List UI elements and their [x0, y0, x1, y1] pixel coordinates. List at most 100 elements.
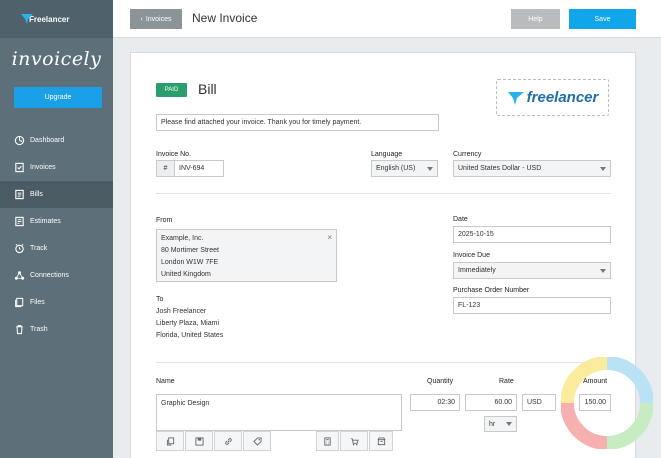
close-icon[interactable]: ×	[327, 232, 332, 244]
brand-name: Freelancer	[29, 14, 70, 24]
sidebar-nav: Dashboard Invoices Bills Estimates Track…	[0, 127, 113, 343]
page-title: New Invoice	[192, 11, 258, 25]
chevron-down-icon	[506, 422, 512, 426]
freelancer-bird-icon	[21, 14, 33, 24]
item-quantity-input[interactable]: 02:30	[410, 394, 460, 411]
tax-button[interactable]	[316, 431, 339, 451]
item-name-input[interactable]: Graphic Design	[156, 394, 402, 431]
status-badge[interactable]: PAID	[156, 83, 187, 97]
divider	[156, 193, 611, 194]
currency-value: United States Dollar - USD	[458, 165, 542, 172]
sidebar-item-label: Bills	[30, 191, 43, 198]
sidebar-item-label: Files	[30, 299, 45, 306]
items-rate-header: Rate	[499, 378, 514, 385]
logo-text: freelancer	[526, 89, 599, 106]
box-icon	[377, 436, 385, 445]
top-bar: ‹ Invoices New Invoice Help Save	[113, 0, 661, 38]
sidebar-item-label: Estimates	[30, 218, 61, 225]
currency-select[interactable]: United States Dollar - USD	[453, 160, 611, 177]
item-currency[interactable]: USD	[522, 394, 556, 411]
freelancer-bird-icon	[507, 91, 524, 105]
po-label: Purchase Order Number	[453, 287, 530, 294]
back-button-label: Invoices	[145, 15, 172, 23]
sidebar-item-track[interactable]: Track	[0, 235, 113, 262]
from-line: Example, Inc.	[161, 235, 204, 242]
sidebar-item-invoices[interactable]: Invoices	[0, 154, 113, 181]
sidebar: Freelancer invoicely Upgrade Dashboard I…	[0, 0, 113, 458]
invoicely-logo: invoicely	[11, 48, 102, 70]
company-logo[interactable]: freelancer	[496, 79, 609, 116]
date-input[interactable]: 2025-10-15	[453, 226, 611, 243]
upgrade-button[interactable]: Upgrade	[14, 87, 102, 108]
invoice-no-value: INV-694	[179, 165, 205, 172]
save-item-button[interactable]	[185, 431, 213, 451]
sidebar-item-dashboard[interactable]: Dashboard	[0, 127, 113, 154]
chevron-down-icon	[600, 268, 606, 273]
from-line: 80 Mortimer Street	[161, 247, 219, 254]
invoice-no-label: Invoice No.	[156, 151, 192, 158]
link-icon	[224, 437, 232, 445]
sidebar-item-trash[interactable]: Trash	[0, 316, 113, 343]
from-address[interactable]: × Example, Inc. 80 Mortimer Street Londo…	[156, 229, 337, 282]
copy-button[interactable]	[156, 431, 184, 451]
to-line: Josh Freelancer	[156, 308, 207, 315]
help-button[interactable]: Help	[511, 9, 560, 29]
sidebar-item-bills[interactable]: Bills	[0, 181, 113, 208]
item-rate-input[interactable]: 60.00	[465, 394, 517, 411]
loading-ring-icon	[561, 357, 653, 449]
tag-icon	[252, 436, 262, 446]
sidebar-item-label: Invoices	[30, 164, 56, 171]
link-button[interactable]	[214, 431, 242, 451]
rate-unit-value: hr	[489, 420, 496, 428]
language-value: English (US)	[376, 165, 416, 172]
invoice-icon	[15, 162, 24, 173]
to-line: Liberty Plaza, Miami	[156, 320, 220, 327]
to-line: Florida, United States	[156, 332, 224, 339]
connections-icon	[14, 271, 25, 280]
alarm-clock-icon	[15, 243, 24, 254]
calculator-icon	[324, 436, 331, 446]
items-name-header: Name	[156, 378, 175, 385]
language-label: Language	[371, 151, 403, 158]
to-label: To	[156, 296, 164, 303]
document-type-title[interactable]: Bill	[198, 81, 217, 97]
sidebar-item-label: Trash	[30, 326, 48, 333]
trash-icon	[16, 325, 23, 335]
save-button[interactable]: Save	[569, 9, 636, 29]
sidebar-item-label: Track	[30, 245, 48, 252]
invoice-due-label: Invoice Due	[453, 252, 490, 259]
cart-icon	[350, 437, 359, 445]
sidebar-item-label: Connections	[30, 272, 69, 279]
sidebar-item-files[interactable]: Files	[0, 289, 113, 316]
rate-unit-select[interactable]: hr	[484, 416, 517, 432]
language-select[interactable]: English (US)	[371, 160, 438, 177]
currency-label: Currency	[453, 151, 482, 158]
divider	[156, 362, 611, 363]
sidebar-item-estimates[interactable]: Estimates	[0, 208, 113, 235]
chevron-down-icon	[427, 166, 433, 171]
sidebar-item-label: Dashboard	[30, 137, 65, 144]
chevron-left-icon: ‹	[140, 15, 143, 23]
copy-icon	[166, 436, 174, 446]
discount-button[interactable]	[340, 431, 368, 451]
tag-button[interactable]	[243, 431, 271, 451]
to-address[interactable]: Josh Freelancer Liberty Plaza, Miami Flo…	[156, 306, 223, 342]
shipping-button[interactable]	[369, 431, 393, 451]
sidebar-item-connections[interactable]: Connections	[0, 262, 113, 289]
estimate-icon	[15, 216, 24, 227]
bill-icon	[15, 189, 24, 200]
date-label: Date	[453, 216, 468, 223]
dashboard-icon	[14, 135, 25, 146]
message-input[interactable]: Please find attached your invoice. Thank…	[156, 114, 439, 131]
invoice-no-field[interactable]: # INV-694	[156, 160, 224, 177]
floppy-disk-icon	[194, 436, 204, 446]
invoice-due-value: Immediately	[458, 267, 496, 274]
items-quantity-header: Quantity	[427, 378, 454, 385]
from-line: London W1W 7FE	[161, 259, 219, 266]
chevron-down-icon	[600, 166, 606, 171]
po-input[interactable]: FL-123	[453, 297, 611, 314]
brand-header[interactable]: Freelancer	[0, 0, 113, 38]
from-line: United Kingdom	[161, 271, 211, 278]
invoice-due-select[interactable]: Immediately	[453, 262, 611, 279]
back-to-invoices-button[interactable]: ‹ Invoices	[130, 9, 182, 29]
